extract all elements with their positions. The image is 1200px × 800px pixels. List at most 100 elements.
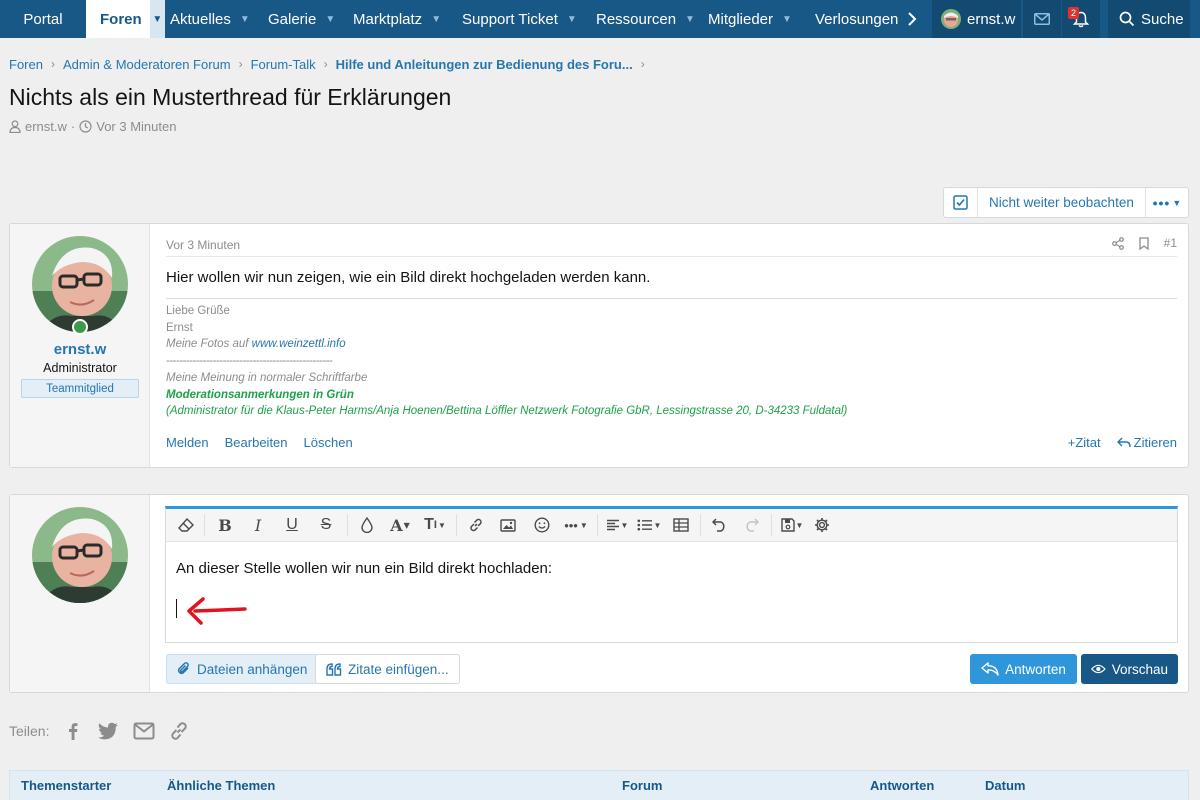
report-link[interactable]: Melden bbox=[166, 435, 209, 450]
facebook-icon[interactable] bbox=[63, 721, 83, 741]
thread-meta: ernst.w · Vor 3 Minuten bbox=[9, 119, 176, 134]
post-reply-button[interactable]: Antworten bbox=[970, 654, 1077, 684]
clear-formatting-icon[interactable] bbox=[172, 509, 200, 542]
tab-ressourcen[interactable]: Ressourcen ▼ bbox=[585, 0, 697, 38]
table-icon[interactable] bbox=[666, 509, 696, 542]
bookmark-icon[interactable] bbox=[1138, 236, 1149, 250]
delete-link[interactable]: Löschen bbox=[304, 435, 353, 450]
checkbox-icon[interactable] bbox=[944, 188, 978, 217]
undo-icon[interactable] bbox=[705, 509, 735, 542]
attach-files-button[interactable]: Dateien anhängen bbox=[166, 654, 319, 684]
watch-bar: Nicht weiter beobachten ••• ▼ bbox=[943, 187, 1189, 218]
chevron-down-icon: ▼ bbox=[431, 13, 442, 25]
nav-scroll-right-icon[interactable] bbox=[900, 0, 924, 38]
post-date[interactable]: Vor 3 Minuten bbox=[166, 238, 240, 252]
link-icon[interactable] bbox=[169, 721, 189, 741]
breadcrumb-item[interactable]: Foren bbox=[9, 57, 43, 72]
list-icon[interactable]: ▼ bbox=[632, 509, 666, 542]
redo-icon[interactable] bbox=[735, 509, 767, 542]
tab-verlosungen[interactable]: Verlosungen bbox=[804, 0, 900, 38]
post-username[interactable]: ernst.w bbox=[10, 341, 150, 358]
signature-line: Liebe Grüße bbox=[166, 305, 230, 317]
signature-link[interactable]: www.weinzettl.info bbox=[252, 338, 346, 350]
italic-icon[interactable]: I bbox=[241, 509, 275, 542]
breadcrumb-item[interactable]: Admin & Moderatoren Forum bbox=[63, 57, 231, 72]
divider bbox=[166, 298, 1177, 299]
account-menu[interactable]: ernst.w bbox=[932, 0, 1021, 38]
share-label: Teilen: bbox=[9, 723, 50, 739]
column-header[interactable]: Forum bbox=[622, 778, 662, 793]
alerts-bell-icon[interactable]: 2 bbox=[1062, 0, 1100, 38]
insert-quotes-button[interactable]: Zitate einfügen... bbox=[315, 654, 460, 684]
strikethrough-icon[interactable]: S bbox=[309, 509, 343, 542]
font-family-icon[interactable]: A ▼ bbox=[382, 509, 418, 542]
inbox-icon[interactable] bbox=[1023, 0, 1061, 38]
column-header[interactable]: Themenstarter bbox=[21, 778, 111, 793]
column-header[interactable]: Datum bbox=[985, 778, 1025, 793]
post-user-column: ernst.w Administrator Teammitglied bbox=[10, 224, 150, 467]
share-icon[interactable] bbox=[1111, 236, 1124, 250]
toolbar-separator bbox=[204, 514, 205, 536]
tab-foren[interactable]: Foren ▼ bbox=[86, 0, 165, 38]
signature-line: Meine Fotos auf www.weinzettl.info bbox=[166, 336, 847, 353]
gear-icon[interactable] bbox=[808, 509, 836, 542]
tab-label: Ressourcen bbox=[596, 10, 677, 28]
preview-label: Vorschau bbox=[1111, 661, 1168, 677]
text-color-icon[interactable] bbox=[352, 509, 382, 542]
clock-icon bbox=[79, 120, 92, 133]
image-icon[interactable] bbox=[491, 509, 525, 542]
chevron-right-icon: › bbox=[640, 57, 645, 71]
twitter-icon[interactable] bbox=[97, 721, 119, 741]
chevron-right-icon: › bbox=[323, 57, 328, 71]
email-icon[interactable] bbox=[133, 722, 155, 740]
tab-support-ticket[interactable]: Support Ticket ▼ bbox=[451, 0, 585, 38]
alerts-count-badge: 2 bbox=[1068, 7, 1079, 19]
post: ernst.w Administrator Teammitglied Vor 3… bbox=[9, 223, 1189, 468]
meta-separator: · bbox=[70, 119, 76, 134]
save-draft-icon[interactable]: ▼ bbox=[776, 509, 808, 542]
share-bar: Teilen: bbox=[9, 721, 189, 741]
edit-link[interactable]: Bearbeiten bbox=[225, 435, 288, 450]
signature-line: Ernst bbox=[166, 321, 193, 334]
thread-time[interactable]: Vor 3 Minuten bbox=[96, 119, 176, 134]
tab-label: Portal bbox=[23, 10, 63, 28]
column-header[interactable]: Ähnliche Themen bbox=[167, 778, 275, 793]
avatar[interactable] bbox=[32, 507, 128, 603]
tab-galerie[interactable]: Galerie ▼ bbox=[257, 0, 342, 38]
divider bbox=[166, 256, 1177, 257]
signature-line: ----------------------------------------… bbox=[166, 355, 333, 368]
tab-marktplatz[interactable]: Marktplatz ▼ bbox=[342, 0, 451, 38]
multiquote-button[interactable]: +Zitat bbox=[1068, 435, 1101, 450]
breadcrumb-item-current[interactable]: Hilfe und Anleitungen zur Bedienung des … bbox=[336, 57, 633, 72]
align-icon[interactable]: ▼ bbox=[602, 509, 632, 542]
column-header[interactable]: Antworten bbox=[870, 778, 934, 793]
link-icon[interactable] bbox=[461, 509, 491, 542]
font-size-icon[interactable]: T I ▼ bbox=[418, 509, 452, 542]
chevron-right-icon: › bbox=[50, 57, 55, 71]
tab-mitglieder[interactable]: Mitglieder ▼ bbox=[697, 0, 804, 38]
preview-button[interactable]: Vorschau bbox=[1081, 654, 1178, 684]
eye-icon bbox=[1091, 664, 1106, 674]
chevron-down-icon[interactable]: ▼ bbox=[149, 0, 165, 38]
tab-aktuelles[interactable]: Aktuelles ▼ bbox=[165, 0, 257, 38]
similar-threads-table-header: Themenstarter Ähnliche Themen Forum Antw… bbox=[9, 770, 1189, 800]
post-number[interactable]: #1 bbox=[1164, 236, 1177, 250]
tab-label: Galerie bbox=[268, 10, 317, 28]
underline-icon[interactable]: U bbox=[275, 509, 309, 542]
editor-content[interactable]: An dieser Stelle wollen wir nun ein Bild… bbox=[176, 560, 552, 577]
chevron-down-icon: ▼ bbox=[325, 13, 336, 25]
more-insert-icon[interactable]: ••• ▼ bbox=[559, 509, 593, 542]
search-button[interactable]: Suche bbox=[1108, 0, 1190, 38]
more-options-button[interactable]: ••• ▼ bbox=[1146, 188, 1188, 217]
tab-portal[interactable]: Portal bbox=[0, 0, 86, 38]
reply-quote-button[interactable]: Zitieren bbox=[1116, 435, 1177, 450]
thread-author[interactable]: ernst.w bbox=[25, 119, 67, 134]
multiquote-label: Zitat bbox=[1075, 435, 1101, 450]
breadcrumb-item[interactable]: Forum-Talk bbox=[251, 57, 316, 72]
bold-icon[interactable]: B bbox=[209, 509, 241, 542]
avatar bbox=[941, 9, 961, 29]
unwatch-button[interactable]: Nicht weiter beobachten bbox=[978, 188, 1146, 217]
avatar[interactable] bbox=[32, 236, 128, 332]
emoji-icon[interactable] bbox=[525, 509, 559, 542]
signature-text: Meine Fotos auf bbox=[166, 338, 252, 351]
